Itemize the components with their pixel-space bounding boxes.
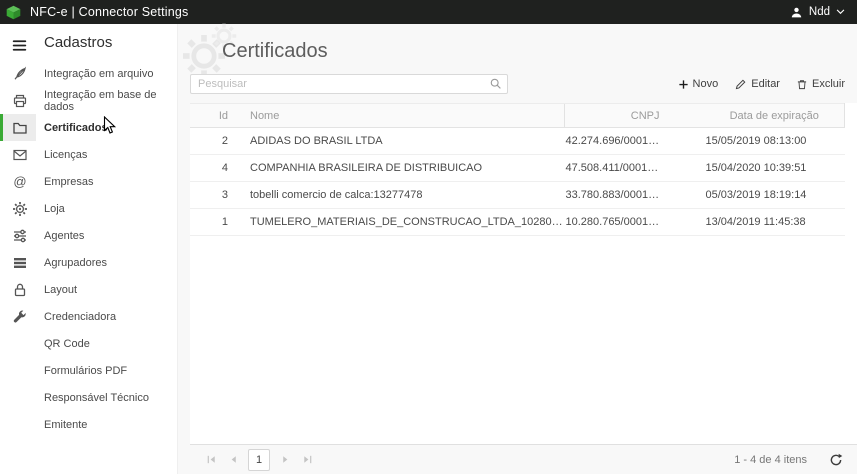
lock-icon[interactable] [0,276,36,303]
cell-expiracao: 15/04/2020 10:39:51 [705,155,845,182]
sidebar-item-layout[interactable]: Layout [36,276,177,303]
last-page-button[interactable] [296,449,318,471]
cell-id: 2 [190,128,240,155]
next-page-button[interactable] [274,449,296,471]
sliders-icon[interactable] [0,222,36,249]
search-icon[interactable] [489,77,502,95]
wrench-icon[interactable] [0,303,36,330]
trash-icon [796,78,808,91]
user-menu[interactable]: Ndd [790,6,845,19]
column-header-id[interactable]: Id [190,104,240,128]
rows-icon[interactable] [0,249,36,276]
brush-icon[interactable] [0,60,36,87]
pagination-bar: 1 1 - 4 de 4 itens [190,444,857,474]
column-header-nome[interactable]: Nome [240,104,565,128]
pagination-info: 1 - 4 de 4 itens [734,454,807,466]
cell-id: 1 [190,209,240,236]
cell-nome: TUMELERO_MATERIAIS_DE_CONSTRUCAO_LTDA_10… [240,209,565,236]
main-content: Certificados Novo Editar [178,24,857,474]
certificates-grid: IdNomeCNPJData de expiração 2ADIDAS DO B… [190,103,857,444]
svg-text:@: @ [13,174,26,189]
cell-nome: ADIDAS DO BRASIL LTDA [240,128,565,155]
column-header-cnpj[interactable]: CNPJ [565,104,705,128]
edit-button[interactable]: Editar [734,78,780,91]
cell-id: 4 [190,155,240,182]
sidebar-item-licencas[interactable]: Licenças [36,141,177,168]
envelope-icon[interactable] [0,141,36,168]
sidebar-item-qr-code[interactable]: QR Code [36,330,177,357]
chevron-down-icon [836,9,845,15]
printer-icon[interactable] [0,87,36,114]
ndd-logo-icon [5,4,22,21]
sidebar-item-formularios-pdf[interactable]: Formulários PDF [36,357,177,384]
page-number[interactable]: 1 [248,449,270,471]
new-button[interactable]: Novo [678,78,719,91]
hamburger-icon[interactable] [0,30,36,60]
sidebar-header: Cadastros [36,32,177,60]
table-row[interactable]: 1TUMELERO_MATERIAIS_DE_CONSTRUCAO_LTDA_1… [190,209,845,236]
sidebar-item-loja[interactable]: Loja [36,195,177,222]
sidebar-item-agentes[interactable]: Agentes [36,222,177,249]
previous-page-button[interactable] [222,449,244,471]
topbar: NFC-e | Connector Settings Ndd [0,0,857,24]
pencil-icon [734,78,747,91]
sidebar-item-agrupadores[interactable]: Agrupadores [36,249,177,276]
table-row[interactable]: 4COMPANHIA BRASILEIRA DE DISTRIBUICAO47.… [190,155,845,182]
cell-id: 3 [190,182,240,209]
sidebar-item-credenciadora[interactable]: Credenciadora [36,303,177,330]
sidebar-item-integracao-em-base-de-dados[interactable]: Integração em base de dados [36,87,177,114]
delete-button[interactable]: Excluir [796,78,845,91]
column-header-expiracao[interactable]: Data de expiração [705,104,845,128]
cell-expiracao: 13/04/2019 11:45:38 [705,209,845,236]
cell-cnpj: 47.508.411/0001-56 [565,155,705,182]
gear-icon[interactable] [0,195,36,222]
table-row[interactable]: 3tobelli comercio de calca:1327747833.78… [190,182,845,209]
cell-expiracao: 05/03/2019 18:19:14 [705,182,845,209]
cell-nome: COMPANHIA BRASILEIRA DE DISTRIBUICAO [240,155,565,182]
cell-cnpj: 33.780.883/0001-59 [565,182,705,209]
user-icon [790,6,803,19]
table-header-row: IdNomeCNPJData de expiração [190,104,845,128]
plus-icon [678,79,689,90]
cell-cnpj: 42.274.696/0001-94 [565,128,705,155]
sidebar-item-certificados[interactable]: Certificados [36,114,177,141]
page-title: Certificados [222,40,857,63]
toolbar: Novo Editar Excluir [678,78,845,91]
search-input[interactable] [190,74,508,94]
at-icon[interactable]: @ [0,168,36,195]
sidebar-item-emitente[interactable]: Emitente [36,411,177,438]
icon-strip: @ [0,24,36,474]
first-page-button[interactable] [200,449,222,471]
certificates-table: IdNomeCNPJData de expiração 2ADIDAS DO B… [190,103,845,236]
cell-expiracao: 15/05/2019 08:13:00 [705,128,845,155]
cell-cnpj: 10.280.765/0001-86 [565,209,705,236]
search-box [190,74,508,94]
refresh-icon[interactable] [829,453,843,467]
table-row[interactable]: 2ADIDAS DO BRASIL LTDA42.274.696/0001-94… [190,128,845,155]
sidebar-item-integracao-em-arquivo[interactable]: Integração em arquivo [36,60,177,87]
sidebar-item-responsavel-tecnico[interactable]: Responsável Técnico [36,384,177,411]
sidebar-item-empresas[interactable]: Empresas [36,168,177,195]
cell-nome: tobelli comercio de calca:13277478 [240,182,565,209]
sidebar: Cadastros Integração em arquivoIntegraçã… [36,24,178,474]
sidebar-menu: Integração em arquivoIntegração em base … [36,60,177,438]
user-name: Ndd [809,6,830,18]
app-window: NFC-e | Connector Settings Ndd @ Cadastr… [0,0,857,474]
folder-icon[interactable] [0,114,36,141]
app-title: NFC-e | Connector Settings [30,5,189,19]
controls-row: Novo Editar Excluir [190,73,845,95]
